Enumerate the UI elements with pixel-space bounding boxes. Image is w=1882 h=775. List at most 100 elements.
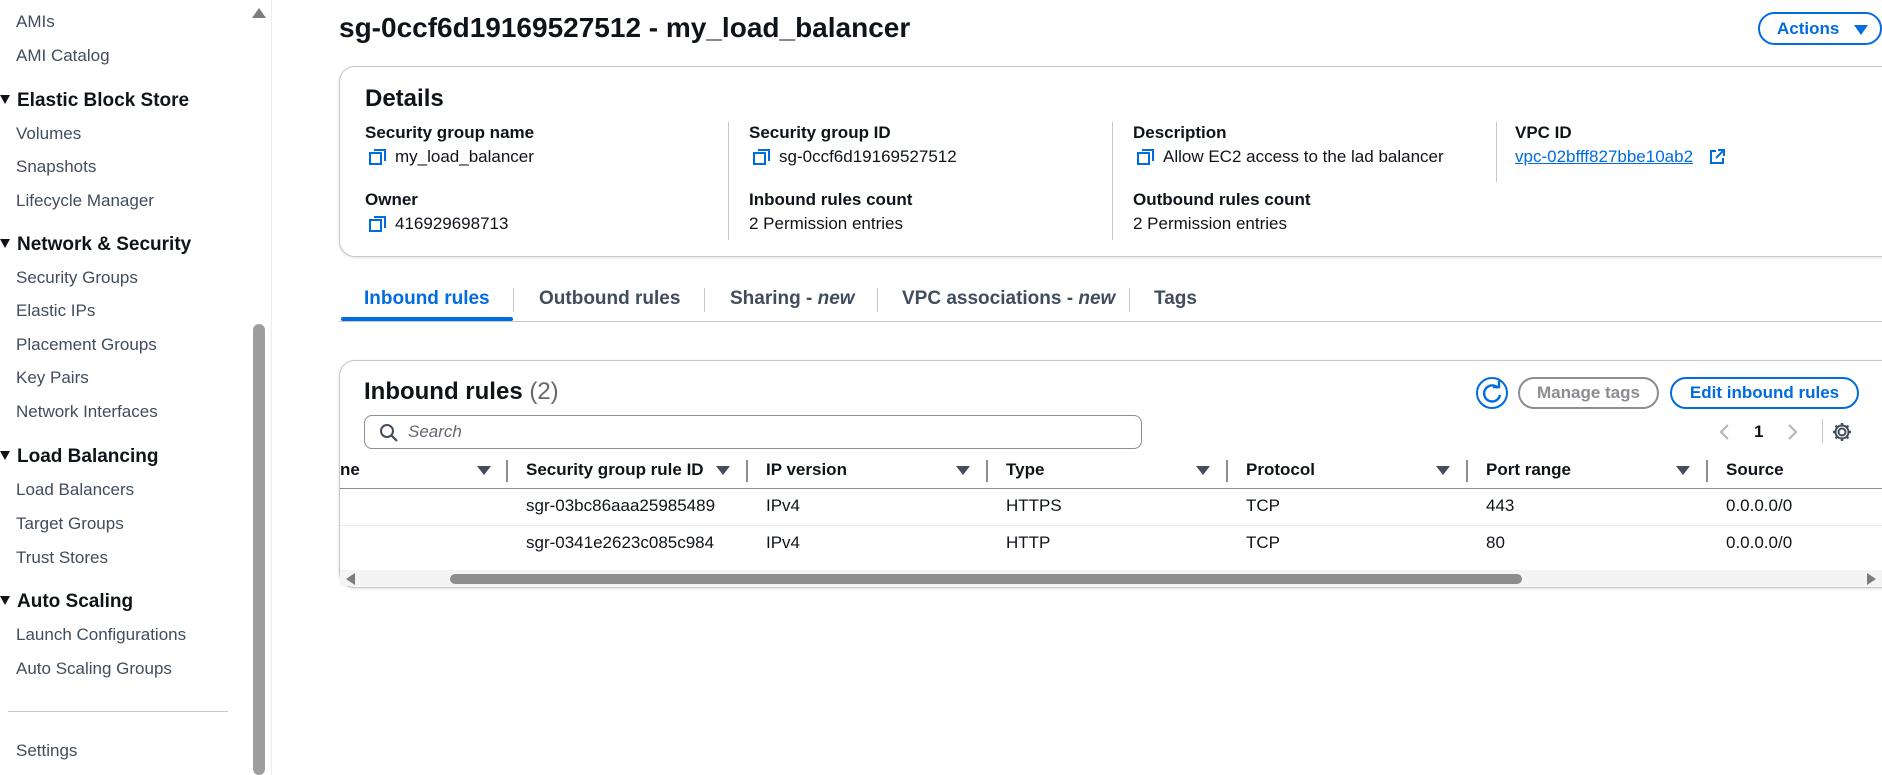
column-resizer[interactable] (1706, 460, 1708, 482)
scroll-right-arrow-icon[interactable] (1867, 573, 1876, 585)
source-cell: 0.0.0.0/0 (1726, 533, 1793, 552)
expand-triangle-icon (0, 451, 10, 460)
copy-icon[interactable] (368, 147, 388, 167)
gear-icon[interactable] (1831, 421, 1853, 443)
scroll-up-arrow-icon[interactable] (252, 8, 266, 18)
sidebar-item-security-groups[interactable]: Security Groups (16, 268, 138, 288)
sidebar-scroll-area: AMIs AMI Catalog Elastic Block Store Vol… (0, 0, 248, 775)
tab-tags[interactable]: Tags (1154, 288, 1197, 310)
sidebar-item-launch-configurations[interactable]: Launch Configurations (16, 625, 186, 645)
description-label: Description (1133, 123, 1227, 142)
chevron-right-icon[interactable] (1785, 422, 1799, 442)
sort-caret-icon[interactable] (956, 466, 970, 475)
ip-version-cell: IPv4 (766, 496, 801, 515)
source-cell: 0.0.0.0/0 (1726, 496, 1793, 515)
ip-version-cell: IPv4 (766, 533, 801, 552)
sidebar-item-ami-catalog[interactable]: AMI Catalog (16, 46, 110, 66)
sg-id-value: sg-0ccf6d19169527512 (779, 147, 957, 166)
expand-triangle-icon (0, 239, 10, 248)
edit-inbound-rules-button[interactable]: Edit inbound rules (1670, 377, 1859, 409)
tab-new-badge: new (1078, 288, 1116, 309)
scroll-left-arrow-icon[interactable] (346, 573, 355, 585)
vpc-id-link[interactable]: vpc-02bfff827bbe10ab2 (1515, 147, 1693, 167)
sort-caret-icon[interactable] (716, 466, 730, 475)
tab-sharing[interactable]: Sharing - new (730, 288, 855, 310)
sidebar-item-placement-groups[interactable]: Placement Groups (16, 335, 157, 355)
column-header-type[interactable]: Type (1006, 460, 1044, 480)
tab-vpc-associations[interactable]: VPC associations - new (902, 288, 1115, 310)
sidebar-item-key-pairs[interactable]: Key Pairs (16, 368, 89, 388)
sidebar-item-elastic-ips[interactable]: Elastic IPs (16, 301, 95, 321)
outbound-count-label: Outbound rules count (1133, 190, 1311, 209)
column-divider (728, 122, 729, 240)
tab-label: Outbound rules (539, 288, 681, 309)
copy-icon[interactable] (368, 214, 388, 234)
sidebar-item-settings[interactable]: Settings (16, 741, 77, 761)
sidebar-item-snapshots[interactable]: Snapshots (16, 157, 96, 177)
tab-separator (704, 288, 705, 312)
tab-outbound-rules[interactable]: Outbound rules (539, 288, 680, 310)
column-resizer[interactable] (1226, 460, 1228, 482)
sidebar-section-label: Load Balancing (17, 446, 159, 467)
tab-label: Sharing - (730, 288, 818, 309)
column-resizer[interactable] (746, 460, 748, 482)
sidebar-item-network-interfaces[interactable]: Network Interfaces (16, 402, 158, 422)
details-title: Details (365, 85, 444, 112)
owner-label: Owner (365, 190, 418, 209)
sidebar-item-amis[interactable]: AMIs (16, 12, 55, 32)
column-header-port-range[interactable]: Port range (1486, 460, 1571, 480)
sidebar-item-load-balancers[interactable]: Load Balancers (16, 480, 134, 500)
sg-id-label: Security group ID (749, 123, 891, 142)
vpc-id-label: VPC ID (1515, 123, 1572, 142)
sidebar-section-label: Network & Security (17, 234, 192, 255)
column-header-name[interactable]: ne (340, 460, 360, 480)
sidebar-item-target-groups[interactable]: Target Groups (16, 514, 124, 534)
sidebar-item-lifecycle-manager[interactable]: Lifecycle Manager (16, 191, 154, 211)
tab-label: VPC associations - (902, 288, 1079, 309)
tab-separator (513, 288, 514, 312)
actions-dropdown-button[interactable]: Actions (1758, 12, 1882, 45)
column-header-rule-id[interactable]: Security group rule ID (526, 460, 704, 480)
column-resizer[interactable] (506, 460, 508, 482)
page-title: sg-0ccf6d19169527512 - my_load_balancer (339, 12, 911, 43)
details-panel: Details Security group name my_load_bala… (339, 66, 1882, 257)
inbound-count-value: 2 Permission entries (749, 214, 904, 233)
column-resizer[interactable] (1466, 460, 1468, 482)
column-header-source[interactable]: Source (1726, 460, 1784, 480)
tab-label: Tags (1154, 288, 1197, 309)
sidebar-section-network-security[interactable]: Network & Security (0, 234, 191, 256)
sidebar-item-trust-stores[interactable]: Trust Stores (16, 548, 108, 568)
sort-caret-icon[interactable] (1676, 466, 1690, 475)
pager-separator (1822, 419, 1823, 443)
tab-separator (1129, 288, 1130, 312)
column-header-ip-version[interactable]: IP version (766, 460, 847, 480)
sort-caret-icon[interactable] (477, 466, 491, 475)
sidebar-section-auto-scaling[interactable]: Auto Scaling (0, 591, 133, 613)
external-link-icon[interactable] (1708, 148, 1726, 166)
page-number[interactable]: 1 (1754, 422, 1763, 442)
sidebar-section-load-balancing[interactable]: Load Balancing (0, 446, 158, 468)
tab-inbound-rules[interactable]: Inbound rules (364, 288, 490, 310)
sidebar-item-auto-scaling-groups[interactable]: Auto Scaling Groups (16, 659, 172, 679)
protocol-cell: TCP (1246, 496, 1280, 515)
sg-name-label: Security group name (365, 123, 535, 142)
search-input[interactable] (364, 415, 1142, 449)
column-resizer[interactable] (986, 460, 988, 482)
search-icon (380, 424, 398, 442)
manage-tags-button[interactable]: Manage tags (1518, 377, 1659, 409)
sidebar-section-elastic-block-store[interactable]: Elastic Block Store (0, 90, 189, 112)
inbound-count-label: Inbound rules count (749, 190, 913, 209)
caret-down-icon (1854, 25, 1868, 35)
sidebar-scrollbar-thumb[interactable] (253, 324, 265, 775)
column-header-protocol[interactable]: Protocol (1246, 460, 1315, 480)
owner-value: 416929698713 (395, 214, 509, 233)
sidebar-item-volumes[interactable]: Volumes (16, 124, 81, 144)
chevron-left-icon[interactable] (1718, 422, 1732, 442)
copy-icon[interactable] (752, 147, 772, 167)
copy-icon[interactable] (1136, 147, 1156, 167)
sort-caret-icon[interactable] (1436, 466, 1450, 475)
row-divider (340, 525, 1882, 526)
table-scrollbar-thumb[interactable] (450, 574, 1522, 584)
sort-caret-icon[interactable] (1196, 466, 1210, 475)
refresh-button[interactable] (1476, 377, 1508, 409)
